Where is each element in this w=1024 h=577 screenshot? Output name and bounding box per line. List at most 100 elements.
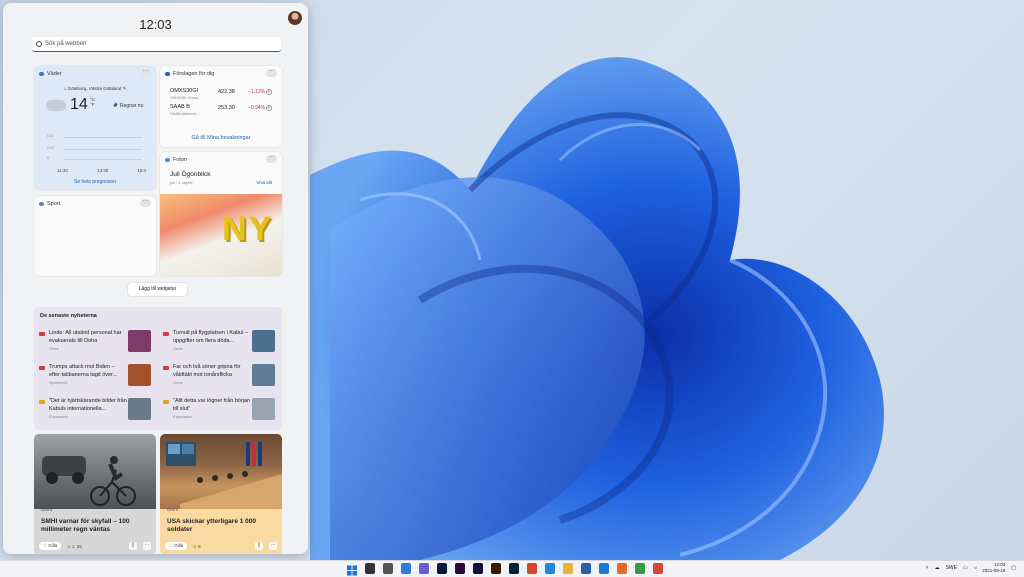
weather-more-button[interactable]: ··· [140,68,151,77]
sport-header: Sport [39,201,60,207]
notification-icon[interactable]: ▢ [1011,565,1016,571]
news-thumbnail [128,330,151,352]
story-card[interactable]: Omni USA skickar ytterligare 1 000 solda… [160,434,282,554]
bookmark-icon[interactable]: ▯ [129,542,137,550]
lightroom-icon[interactable] [509,563,519,574]
news-item[interactable]: Far och två söner gripna för våldtäkt mo… [163,364,279,394]
stock-price: 422.38 [218,89,235,95]
story-actions: ▯ ··· [255,542,277,550]
album-photo[interactable]: NY [160,194,282,276]
reaction-count[interactable]: ☺☺ 25 [66,544,81,549]
network-icon[interactable]: ▭ [963,565,968,571]
sport-more-button[interactable]: ··· [140,198,151,207]
start-icon[interactable] [347,563,357,576]
tray-clock[interactable]: 12:03 2021-08-16 [982,562,1005,574]
like-label: Gilla [48,543,58,548]
forecast-time: 11:30 [57,168,68,173]
story-image [160,434,282,509]
news-source: Omni [173,346,183,351]
widgets-icon[interactable] [401,563,411,574]
chart-icon [165,72,170,76]
premiere-icon[interactable] [455,563,465,574]
sport-widget[interactable]: Sport ··· [34,196,156,276]
chat-icon[interactable] [419,563,429,574]
after-effects-icon[interactable] [473,563,483,574]
news-item[interactable]: "Allt detta var lögner från början till … [163,398,279,428]
stock-sub: SAAB Aktiebol... [170,111,200,116]
taskbar-apps [347,563,663,576]
web-search-box[interactable]: Sök på webben [32,37,281,52]
story-title: USA skickar ytterligare 1 000 soldater [167,518,257,533]
cloud-sync-icon[interactable]: ☁ [935,565,940,571]
like-button[interactable]: ♡ Gilla [39,542,62,550]
full-forecast-link[interactable]: Se hela prognosen [34,179,156,185]
news-item[interactable]: Tumult på flygplatsen i Kabul – uppgifte… [163,330,279,360]
news-item[interactable]: "Det är hjärtskärande bilder från Kabuls… [39,398,155,428]
edge-icon[interactable] [545,563,555,574]
file-explorer-icon[interactable] [563,563,573,574]
stocks-widget[interactable]: Förslagen för dig ··· OMXS30GI OMXS30 Gr… [160,66,282,147]
cyclist-photo [42,456,136,506]
precip-label-2: 0 [47,156,49,160]
precip-label-1: 0.02 [47,146,54,150]
rain-cloud-icon [46,100,66,111]
stocks-title: Förslagen för dig [173,71,215,77]
volume-icon[interactable]: ◃ [974,565,977,571]
photos-widget[interactable]: Foton ··· Juli Ögonblick juli · 1 objekt… [160,152,282,276]
maps-icon[interactable] [635,563,645,574]
reaction-count[interactable]: ☺ 8 [192,544,200,549]
raindrop-icon [113,102,118,108]
photoshop-icon[interactable] [437,563,447,574]
search-icon[interactable] [365,563,375,574]
illustrator-icon[interactable] [491,563,501,574]
news-thumbnail [128,398,151,420]
weather-location[interactable]: ⌂ Göteborg, Västra Götaland ✎ [34,86,156,92]
panel-clock: 12:03 [139,17,172,32]
add-stock-icon[interactable]: + [266,89,272,95]
temperature-units[interactable]: °C °F [90,97,95,107]
stock-row[interactable]: SAAB B SAAB Aktiebol... 253.30 −0.94% + [170,104,272,118]
mail-icon[interactable] [599,563,609,574]
onedrive-cloud-icon [165,158,170,162]
weather-condition: Regnar nu [113,102,143,109]
more-options-icon[interactable]: ··· [269,542,277,550]
chrome-icon[interactable] [653,563,663,574]
forecast-time: 15:3 [137,168,146,173]
precip-label-0: 0.04 [47,134,54,138]
news-source: Omni [49,346,59,351]
news-source-icon [163,400,169,404]
stock-row[interactable]: OMXS30GI OMXS30 Gross... 422.38 −1.12% + [170,88,272,102]
chevron-up-icon[interactable]: ˄ [926,565,929,571]
watchlist-link[interactable]: Gå till Mina bevakningar [160,135,282,141]
news-thumbnail [128,364,151,386]
store-icon[interactable] [581,563,591,574]
photos-more-button[interactable]: ··· [266,154,277,163]
task-view-icon[interactable] [383,563,393,574]
more-options-icon[interactable]: ··· [143,542,151,550]
story-footer: ♡ Gilla ☺☺ 25 ▯ ··· [39,541,151,551]
news-thumbnail [252,398,275,420]
unit-fahrenheit[interactable]: °F [90,102,95,107]
precip-gridline [64,149,142,150]
weather-widget[interactable]: Väder ··· ⌂ Göteborg, Västra Götaland ✎ … [34,66,156,190]
photo-sign-text: NY [222,210,274,248]
stocks-more-button[interactable]: ··· [266,68,277,77]
bookmark-icon[interactable]: ▯ [255,542,263,550]
firefox-icon[interactable] [617,563,627,574]
user-avatar[interactable] [288,11,302,25]
album-title: Juli Ögonblick [170,171,211,178]
stock-change: −1.12% [248,89,266,95]
add-stock-icon[interactable]: + [266,105,272,111]
office-icon[interactable] [527,563,537,574]
news-item[interactable]: Trumps attack mot Biden – efter talibane… [39,364,155,394]
view-all-link[interactable]: Visa allt [256,180,272,185]
add-widgets-button[interactable]: Lägg till widgetar [128,283,187,296]
news-headline: Linde: All utsänd personal har evakuerat… [49,330,122,344]
news-item[interactable]: Linde: All utsänd personal har evakuerat… [39,330,155,360]
edit-location-icon[interactable]: ✎ [123,86,127,91]
news-headline: Tumult på flygplatsen i Kabul – uppgifte… [173,330,249,344]
input-language[interactable]: SWE [946,565,957,571]
system-tray: ˄ ☁ SWE ▭ ◃ 12:03 2021-08-16 ▢ [926,562,1016,574]
like-button[interactable]: ♡ Gilla [165,542,188,550]
story-card[interactable]: Omni SMHI varnar för skyfall – 100 milli… [34,434,156,554]
